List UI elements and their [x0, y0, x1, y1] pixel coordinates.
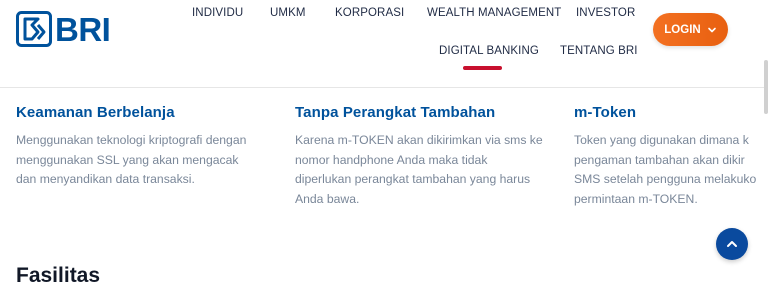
scroll-to-top-button[interactable] — [716, 228, 748, 260]
feature-line: pengaman tambahan akan dikir — [574, 152, 745, 167]
nav-item-digital-banking[interactable]: DIGITAL BANKING — [439, 45, 539, 57]
nav-item-investor[interactable]: INVESTOR — [576, 7, 635, 19]
feature-line: permintaan m-TOKEN. — [574, 191, 698, 206]
feature-line: nomor handphone Anda maka tidak — [295, 152, 488, 167]
feature-line: Anda bawa. — [295, 191, 360, 206]
chevron-up-icon — [727, 241, 737, 247]
feature-title: m-Token — [574, 104, 637, 121]
feature-tanpa-perangkat-tambahan: Tanpa Perangkat Tambahan Karena m-TOKEN … — [295, 104, 560, 209]
feature-line: Karena m-TOKEN akan dikirimkan via sms k… — [295, 133, 543, 147]
chevron-down-icon — [707, 27, 716, 32]
feature-description: Karena m-TOKEN akan dikirimkan via sms k… — [295, 131, 560, 209]
nav-item-wealth-management[interactable]: WEALTH MANAGEMENT — [427, 7, 561, 19]
feature-line: menggunakan SSL yang akan mengacak — [16, 152, 239, 167]
feature-description: Menggunakan teknologi kriptografi dengan… — [16, 131, 276, 190]
feature-keamanan-berbelanja: Keamanan Berbelanja Menggunakan teknolog… — [16, 104, 276, 190]
nav-item-umkm[interactable]: UMKM — [270, 7, 306, 19]
feature-line: dan menyandikan data transaksi. — [16, 172, 195, 186]
section-heading-fasilitas: Fasilitas — [16, 264, 101, 287]
feature-title: Tanpa Perangkat Tambahan — [295, 104, 496, 121]
nav-item-tentang-bri[interactable]: TENTANG BRI — [560, 45, 638, 57]
feature-line: Menggunakan teknologi kriptografi dengan — [16, 133, 247, 147]
site-header: BRI INDIVIDU UMKM KORPORASI WEALTH MANAG… — [0, 0, 768, 88]
feature-line: Token yang digunakan dimana k — [574, 133, 749, 147]
bri-logo[interactable]: BRI — [16, 10, 116, 48]
feature-m-token: m-Token Token yang digunakan dimana k pe… — [574, 104, 768, 209]
nav-active-indicator — [463, 66, 502, 70]
bri-logo-mark-icon — [16, 11, 52, 47]
login-label: LOGIN — [664, 23, 701, 36]
nav-item-korporasi[interactable]: KORPORASI — [335, 7, 404, 19]
feature-line: diperlukan perangkat tambahan yang harus — [295, 172, 531, 186]
logo-text: BRI — [55, 10, 111, 48]
feature-description: Token yang digunakan dimana k pengaman t… — [574, 131, 768, 209]
login-button[interactable]: LOGIN — [653, 13, 728, 46]
feature-title: Keamanan Berbelanja — [16, 104, 175, 121]
feature-line: SMS setelah pengguna melakuko — [574, 172, 757, 186]
nav-item-individu[interactable]: INDIVIDU — [192, 7, 243, 19]
